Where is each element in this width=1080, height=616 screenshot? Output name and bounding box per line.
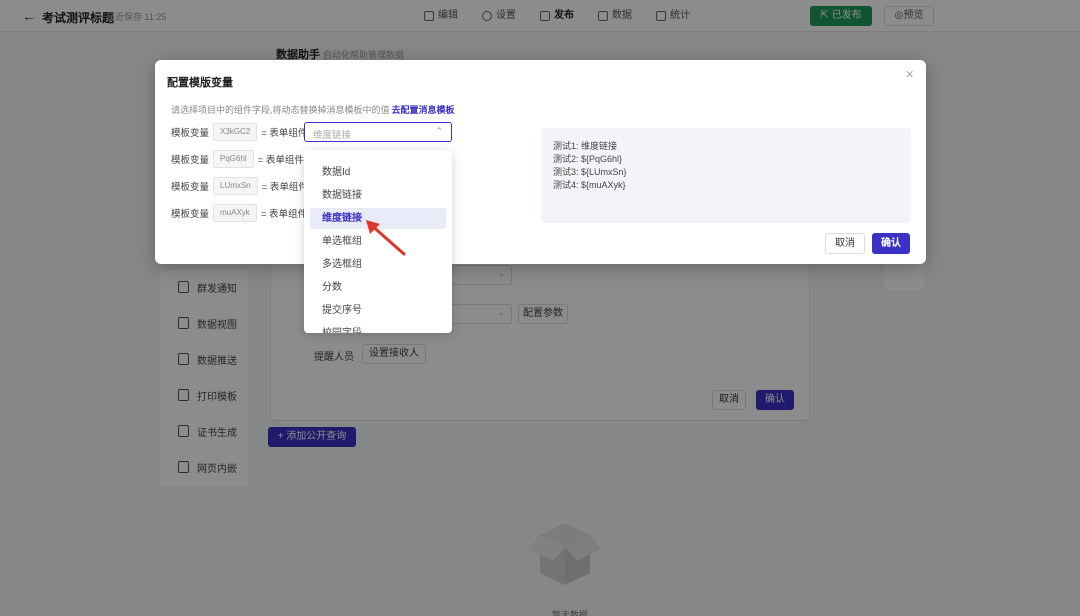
hint-text: 请选择项目中的组件字段,将动态替换掉消息模板中的值 bbox=[171, 105, 390, 115]
select-value: 维度链接 bbox=[313, 130, 352, 141]
variable-label: 模板变量 bbox=[171, 182, 210, 193]
variable-code: X3kGC2 bbox=[213, 123, 258, 141]
component-select[interactable]: 维度链接 ⌃ bbox=[304, 122, 452, 142]
variable-eq: = 表单组件 bbox=[260, 209, 307, 220]
preview-line: 测试3: ${LUmxSn} bbox=[553, 167, 627, 177]
variable-row: 模板变量 muAXyk = 表单组件 bbox=[171, 203, 307, 223]
modal-title: 配置模版变量 bbox=[167, 77, 233, 89]
variable-eq: = 表单组件 bbox=[261, 128, 308, 139]
variable-code: PqG6hl bbox=[213, 150, 254, 168]
variable-row: 模板变量 PqG6hl = 表单组件 bbox=[171, 149, 304, 169]
dropdown-option[interactable]: 校园字段 bbox=[310, 323, 446, 333]
red-arrow-icon bbox=[366, 220, 406, 256]
message-preview: 测试1: 维度链接 测试2: ${PqG6hl} 测试3: ${LUmxSn} … bbox=[541, 128, 911, 223]
close-icon[interactable]: ✕ bbox=[905, 68, 914, 81]
variable-label: 模板变量 bbox=[171, 155, 210, 166]
config-variables-modal: 配置模版变量 ✕ 请选择项目中的组件字段,将动态替换掉消息模板中的值 去配置消息模… bbox=[155, 60, 926, 264]
config-template-link[interactable]: 去配置消息模板 bbox=[392, 105, 455, 115]
preview-line: 测试4: ${muAXyk} bbox=[553, 180, 626, 190]
variable-code: LUmxSn bbox=[213, 177, 258, 195]
variable-label: 模板变量 bbox=[171, 209, 210, 220]
chevron-up-icon: ⌃ bbox=[435, 126, 443, 136]
variable-eq: = 表单组件 bbox=[257, 155, 304, 166]
cancel-button[interactable]: 取消 bbox=[825, 233, 865, 254]
dropdown-option[interactable]: 提交序号 bbox=[310, 300, 446, 321]
dropdown-option[interactable]: 数据Id bbox=[310, 162, 446, 183]
modal-hint: 请选择项目中的组件字段,将动态替换掉消息模板中的值 去配置消息模板 bbox=[171, 103, 455, 116]
confirm-button[interactable]: 确认 bbox=[872, 233, 910, 254]
variable-row: 模板变量 X3kGC2 = 表单组件 bbox=[171, 122, 307, 142]
variable-label: 模板变量 bbox=[171, 128, 210, 139]
dropdown-option[interactable]: 数据链接 bbox=[310, 185, 446, 206]
variable-code: muAXyk bbox=[213, 204, 257, 222]
preview-line: 测试2: ${PqG6hl} bbox=[553, 154, 623, 164]
preview-line: 测试1: 维度链接 bbox=[553, 141, 618, 151]
variable-row: 模板变量 LUmxSn = 表单组件 bbox=[171, 176, 308, 196]
dropdown-option[interactable]: 分数 bbox=[310, 277, 446, 298]
variable-eq: = 表单组件 bbox=[261, 182, 308, 193]
